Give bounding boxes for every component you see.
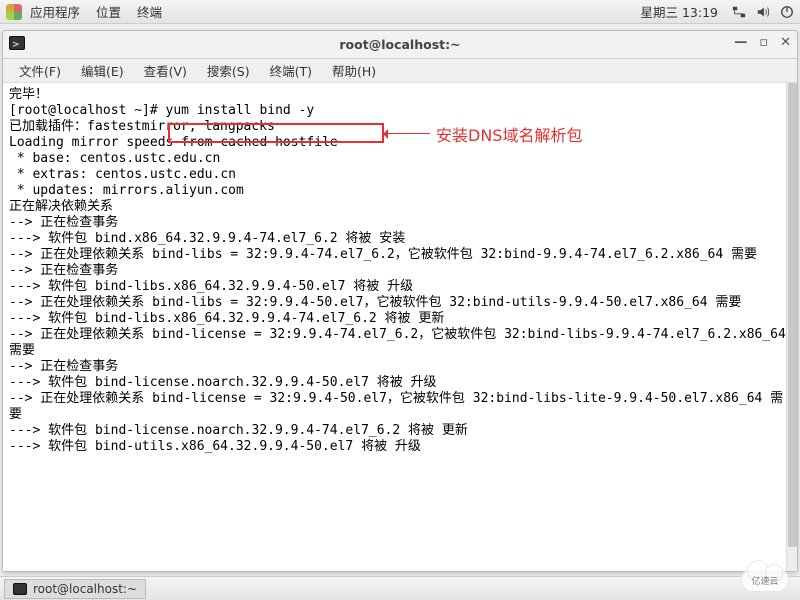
menu-search[interactable]: 搜索(S)	[197, 61, 260, 80]
terminal-window: root@localhost:~ — ▫ ✕ 文件(F) 编辑(E) 查看(V)…	[2, 30, 798, 572]
terminal-line: --> 正在检查事务	[9, 263, 118, 278]
window-maximize-button[interactable]: ▫	[759, 35, 768, 50]
terminal-line: ---> 软件包 bind-license.noarch.32.9.9.4-74…	[9, 423, 468, 438]
terminal-line: --> 正在处理依赖关系 bind-libs = 32:9.9.4-50.el7…	[9, 295, 741, 310]
terminal-icon	[9, 36, 25, 50]
terminal-line: --> 正在检查事务	[9, 215, 118, 230]
terminal-line: 正在解决依赖关系	[9, 199, 113, 214]
panel-menu-places[interactable]: 位置	[88, 2, 129, 21]
system-tray	[726, 5, 794, 19]
scrollbar-thumb[interactable]	[788, 83, 797, 547]
clock[interactable]: 星期三 13:19	[633, 2, 727, 21]
terminal-line: Loading mirror speeds from cached hostfi…	[9, 135, 338, 150]
power-icon[interactable]	[780, 5, 794, 19]
volume-icon[interactable]	[756, 5, 770, 19]
terminal-line: --> 正在处理依赖关系 bind-license = 32:9.9.4-74.…	[9, 327, 794, 358]
window-titlebar[interactable]: root@localhost:~ — ▫ ✕	[3, 31, 797, 59]
window-minimize-button[interactable]: —	[734, 35, 747, 50]
terminal-line: ---> 软件包 bind-license.noarch.32.9.9.4-50…	[9, 375, 437, 390]
terminal-line: --> 正在检查事务	[9, 359, 118, 374]
window-title: root@localhost:~	[339, 37, 460, 52]
terminal-line: * updates: mirrors.aliyun.com	[9, 183, 244, 198]
menu-terminal[interactable]: 终端(T)	[260, 61, 322, 80]
terminal-line: --> 正在处理依赖关系 bind-license = 32:9.9.4-50.…	[9, 391, 783, 422]
terminal-line: * base: centos.ustc.edu.cn	[9, 151, 220, 166]
taskbar-button-label: root@localhost:~	[33, 582, 137, 596]
menu-view[interactable]: 查看(V)	[134, 61, 197, 80]
terminal-body[interactable]: 完毕！ [root@localhost ~]# yum install bind…	[3, 83, 797, 571]
terminal-line: ---> 软件包 bind.x86_64.32.9.9.4-74.el7_6.2…	[9, 231, 405, 246]
taskbar-button-terminal[interactable]: root@localhost:~	[4, 579, 146, 599]
terminal-icon	[13, 583, 27, 595]
menu-file[interactable]: 文件(F)	[9, 61, 71, 80]
terminal-scrollbar[interactable]	[786, 83, 797, 571]
activities-icon[interactable]	[6, 4, 22, 20]
gnome-bottom-panel: root@localhost:~	[0, 576, 800, 600]
terminal-line: [root@localhost ~]# yum install bind -y	[9, 103, 314, 118]
terminal-line: ---> 软件包 bind-libs.x86_64.32.9.9.4-74.el…	[9, 311, 444, 326]
window-close-button[interactable]: ✕	[780, 35, 791, 50]
terminal-menubar: 文件(F) 编辑(E) 查看(V) 搜索(S) 终端(T) 帮助(H)	[3, 59, 797, 83]
network-icon[interactable]	[732, 5, 746, 19]
panel-menu-terminal[interactable]: 终端	[129, 2, 170, 21]
terminal-line: 完毕！	[9, 87, 48, 102]
panel-menu-apps[interactable]: 应用程序	[22, 2, 88, 21]
terminal-line: ---> 软件包 bind-utils.x86_64.32.9.9.4-50.e…	[9, 439, 421, 454]
terminal-line: ---> 软件包 bind-libs.x86_64.32.9.9.4-50.el…	[9, 279, 413, 294]
terminal-line: 已加载插件：fastestmirror, langpacks	[9, 119, 275, 134]
gnome-top-panel: 应用程序 位置 终端 星期三 13:19	[0, 0, 800, 24]
terminal-line: --> 正在处理依赖关系 bind-libs = 32:9.9.4-74.el7…	[9, 247, 757, 262]
annotation-text: 安装DNS域名解析包	[436, 122, 582, 146]
terminal-line: * extras: centos.ustc.edu.cn	[9, 167, 236, 182]
menu-help[interactable]: 帮助(H)	[322, 61, 386, 80]
menu-edit[interactable]: 编辑(E)	[71, 61, 134, 80]
